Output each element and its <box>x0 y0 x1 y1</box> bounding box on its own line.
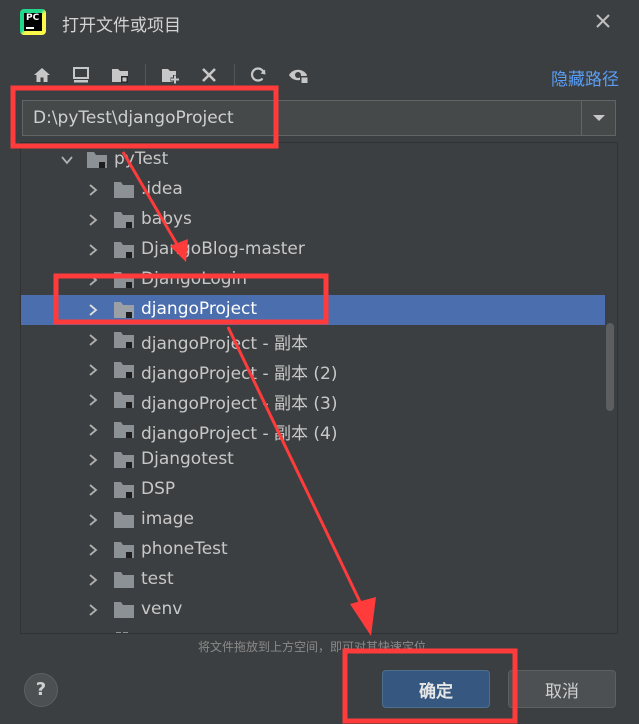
chevron-right-icon <box>89 454 98 466</box>
dialog-title: 打开文件或项目 <box>62 16 181 36</box>
project-folder-icon <box>114 452 134 468</box>
toolbar-separator <box>234 64 235 86</box>
pycharm-logo-icon: PC <box>20 9 46 35</box>
chevron-right-icon <box>89 604 98 616</box>
tree-item-label: babys <box>141 209 192 229</box>
folder-icon <box>114 512 134 528</box>
chevron-right-icon <box>89 574 98 586</box>
chevron-right-icon <box>89 514 98 526</box>
tree-row[interactable]: djangoProject - 副本 (3) <box>21 385 605 415</box>
tree-row[interactable]: .idea <box>21 175 605 205</box>
folder-icon <box>114 602 134 618</box>
chevron-right-icon <box>89 334 98 346</box>
title-bar: PC 打开文件或项目 <box>0 0 639 46</box>
scrollbar-thumb[interactable] <box>606 323 614 411</box>
new-folder-icon[interactable] <box>157 62 183 88</box>
project-folder-icon <box>114 422 134 438</box>
project-folder-icon <box>114 272 134 288</box>
delete-icon[interactable] <box>196 62 222 88</box>
desktop-icon[interactable] <box>68 62 94 88</box>
folder-icon <box>114 182 134 198</box>
project-folder-icon <box>114 242 134 258</box>
tree-item-label: djangoProject - 副本 (4) <box>141 424 338 444</box>
hide-path-link[interactable]: 隐藏路径 <box>551 65 619 90</box>
project-folder-icon <box>114 212 134 228</box>
tree-item-label: venv <box>141 599 183 619</box>
tree-item-label: DSP <box>141 479 176 499</box>
project-folder-icon[interactable] <box>107 62 133 88</box>
refresh-icon[interactable] <box>245 62 271 88</box>
dropdown-arrow-button[interactable] <box>581 101 615 135</box>
tree-item-label: Djangotest <box>141 449 234 469</box>
tree-row-root[interactable]: pyTest <box>21 145 605 175</box>
tree-item-label: djangoProject - 副本 (2) <box>141 364 338 384</box>
drag-drop-hint: 将文件拖放到上方空间，即可对其快速定位 <box>198 640 427 654</box>
toolbar-separator <box>145 64 146 86</box>
chevron-right-icon <box>89 544 98 556</box>
close-icon[interactable] <box>592 10 614 32</box>
folder-icon <box>87 152 107 168</box>
tree-item-label: .idea <box>141 179 183 199</box>
library-icon <box>116 632 128 633</box>
project-folder-icon <box>114 302 134 318</box>
cancel-button[interactable]: 取消 <box>508 670 616 708</box>
path-input[interactable] <box>23 101 583 135</box>
show-hidden-icon[interactable] <box>286 62 312 88</box>
chevron-right-icon <box>89 364 98 376</box>
tree-row[interactable]: DSP <box>21 475 605 505</box>
home-icon[interactable] <box>29 62 55 88</box>
tree-item-label: djangoProject <box>141 299 258 319</box>
tree-row[interactable]: Djangotest <box>21 445 605 475</box>
tree-item-label: pyTest <box>114 149 169 169</box>
chevron-right-icon <box>89 244 98 256</box>
toolbar: 隐藏路径 <box>0 60 639 92</box>
help-button[interactable]: ? <box>24 673 58 707</box>
tree-row-partial <box>21 625 605 633</box>
project-folder-icon <box>114 392 134 408</box>
tree-row[interactable]: DjangoLogin <box>21 265 605 295</box>
ok-button[interactable]: 确定 <box>382 670 490 708</box>
tree-item-label: image <box>141 509 194 529</box>
tree-item-label: DjangoBlog-master <box>141 239 305 259</box>
chevron-right-icon <box>89 214 98 226</box>
tree-item-label: djangoProject - 副本 (3) <box>141 394 338 414</box>
chevron-right-icon <box>89 184 98 196</box>
tree-item-label: DjangoLogin <box>141 269 248 289</box>
tree-row[interactable]: test <box>21 565 605 595</box>
project-folder-icon <box>114 332 134 348</box>
tree-row[interactable]: babys <box>21 205 605 235</box>
tree-scrollbar[interactable] <box>603 143 617 633</box>
project-folder-icon <box>114 482 134 498</box>
chevron-right-icon <box>89 424 98 436</box>
tree-row-selected[interactable]: djangoProject <box>21 295 605 325</box>
tree-row[interactable]: phoneTest <box>21 535 605 565</box>
chevron-down-icon <box>592 115 605 121</box>
chevron-right-icon <box>89 304 98 316</box>
tree-row[interactable]: venv <box>21 595 605 625</box>
tree-item-label: djangoProject - 副本 <box>141 334 309 354</box>
tree-row[interactable]: DjangoBlog-master <box>21 235 605 265</box>
chevron-right-icon <box>89 274 98 286</box>
chevron-right-icon <box>89 394 98 406</box>
tree-item-label: phoneTest <box>141 539 228 559</box>
folder-icon <box>114 572 134 588</box>
tree-row[interactable]: djangoProject - 副本 <box>21 325 605 355</box>
project-folder-icon <box>114 362 134 378</box>
chevron-down-icon <box>61 156 73 165</box>
tree-item-label: test <box>141 569 174 589</box>
tree-row[interactable]: djangoProject - 副本 (4) <box>21 415 605 445</box>
tree-row[interactable]: image <box>21 505 605 535</box>
tree-row[interactable]: djangoProject - 副本 (2) <box>21 355 605 385</box>
project-folder-icon <box>114 542 134 558</box>
chevron-right-icon <box>89 484 98 496</box>
file-tree[interactable]: pyTest .idea babys DjangoBlog-master Dja… <box>20 142 618 634</box>
path-combo-box[interactable] <box>22 100 616 136</box>
